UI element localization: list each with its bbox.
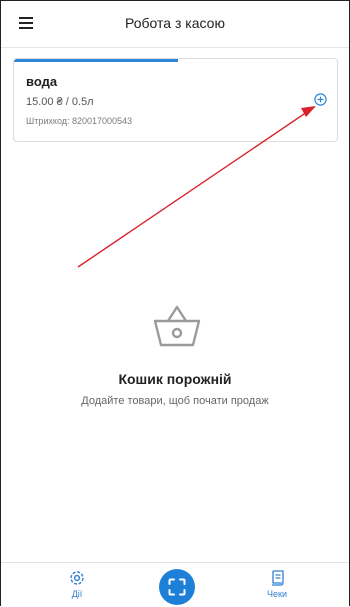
product-barcode: Штрихкод: 820017000543 bbox=[26, 116, 133, 126]
nav-actions[interactable]: Дії bbox=[57, 569, 97, 603]
card-progress-bar bbox=[14, 59, 178, 62]
product-price: 15.00 ₴ / 0.5л bbox=[26, 96, 94, 108]
empty-cart-subtitle: Додайте товари, щоб почати продаж bbox=[81, 395, 269, 407]
add-item-button[interactable] bbox=[314, 93, 327, 106]
gear-icon bbox=[70, 571, 84, 585]
page-title: Робота з касою bbox=[125, 15, 225, 31]
cart-item-card[interactable]: вода 15.00 ₴ / 0.5л Штрихкод: 8200170005… bbox=[13, 58, 338, 142]
plus-circle-icon bbox=[314, 93, 327, 106]
scan-button[interactable] bbox=[159, 569, 195, 605]
nav-actions-label: Дії bbox=[71, 589, 83, 599]
nav-receipts-label: Чеки bbox=[267, 589, 287, 599]
top-bar: Робота з касою bbox=[1, 1, 349, 48]
product-name: вода bbox=[26, 74, 58, 89]
nav-receipts[interactable]: Чеки bbox=[257, 569, 297, 603]
basket-icon bbox=[153, 305, 201, 347]
app-frame: Робота з касою вода 15.00 ₴ / 0.5л Штрих… bbox=[0, 0, 350, 607]
empty-cart-title: Кошик порожній bbox=[118, 371, 232, 387]
receipt-icon bbox=[272, 570, 284, 586]
scan-icon bbox=[168, 578, 186, 596]
